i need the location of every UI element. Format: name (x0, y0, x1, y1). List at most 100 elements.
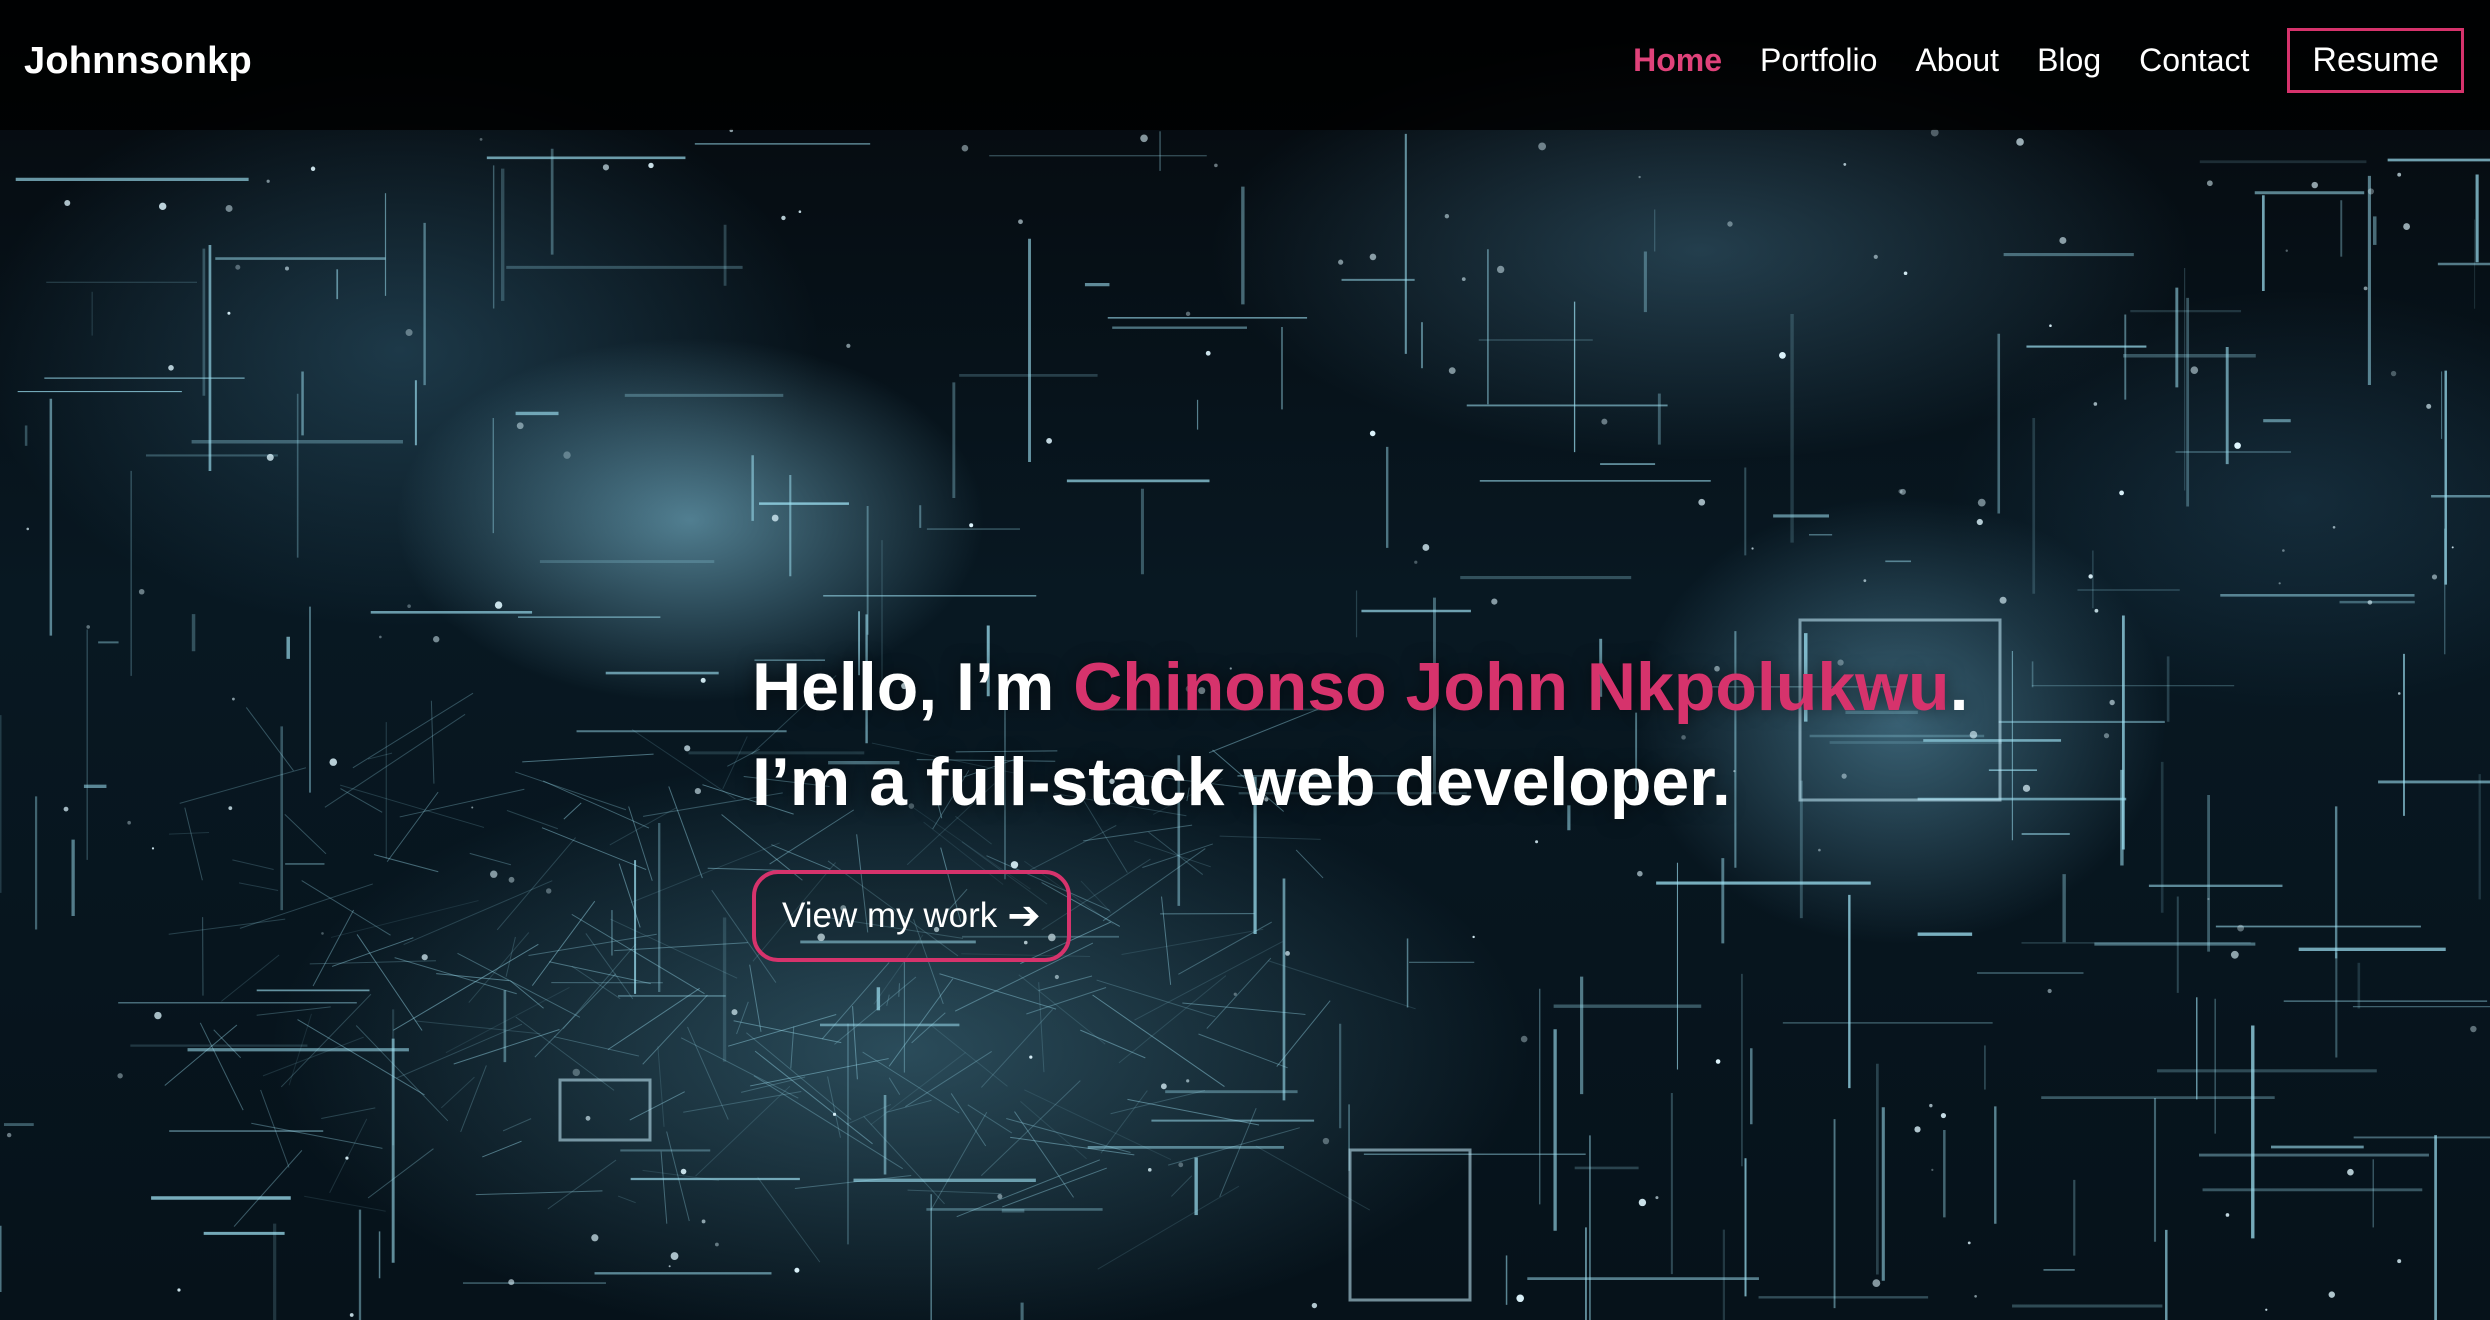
particle (2285, 249, 2288, 252)
particle (2311, 181, 2318, 189)
web-line (740, 1076, 806, 1093)
web-line (213, 1029, 242, 1059)
particle (2022, 784, 2031, 792)
particle (1147, 1168, 1152, 1172)
web-line (657, 1046, 665, 1127)
web-line (262, 1036, 364, 1077)
particle (1873, 254, 1878, 259)
particle (154, 1011, 162, 1020)
particle (158, 202, 167, 211)
particle (2470, 1025, 2477, 1033)
web-line (329, 1118, 368, 1194)
top-navigation: Johnnsonkp Home Portfolio About Blog Con… (0, 0, 2490, 130)
particle (846, 343, 851, 348)
cta-label: View my work (782, 896, 998, 935)
nav-item-blog[interactable]: Blog (2037, 42, 2101, 79)
particle (2093, 402, 2098, 406)
web-line (1006, 1118, 1131, 1153)
resume-button[interactable]: Resume (2287, 28, 2464, 93)
particle (1178, 1162, 1184, 1168)
web-line (304, 1195, 386, 1212)
particle (1843, 163, 1847, 166)
particle (2367, 188, 2374, 195)
particle (1863, 579, 1867, 583)
particle (832, 1112, 837, 1116)
particle (2397, 692, 2401, 695)
nav-item-contact[interactable]: Contact (2139, 42, 2249, 79)
particle (26, 527, 30, 531)
web-line (179, 767, 307, 804)
web-line (168, 918, 286, 935)
web-line (356, 934, 423, 1031)
particle (379, 635, 382, 639)
particle (794, 1267, 800, 1273)
web-line (440, 1076, 475, 1109)
web-line (618, 863, 641, 928)
web-line (482, 1140, 522, 1158)
web-line (367, 1148, 434, 1199)
web-line (541, 827, 647, 871)
hero-greeting: Hello, I’m (752, 649, 1074, 725)
particle (1940, 1112, 1947, 1119)
web-line (907, 1189, 1002, 1195)
brand-logo[interactable]: Johnnsonkp (24, 40, 252, 83)
particle (781, 215, 786, 221)
particle (1448, 367, 1456, 375)
particle (407, 604, 411, 608)
web-line (403, 880, 553, 946)
particle (701, 1219, 706, 1224)
particle (1322, 1137, 1330, 1145)
view-my-work-button[interactable]: View my work ➔ (752, 870, 1071, 962)
particle (2059, 236, 2067, 244)
particle (1929, 1103, 1933, 1108)
particle (1414, 560, 1418, 564)
web-line (239, 883, 373, 929)
particle (127, 820, 131, 825)
web-line (628, 806, 653, 881)
particle (2119, 490, 2124, 496)
web-line (1097, 1185, 1240, 1270)
nav-item-about[interactable]: About (1915, 42, 1999, 79)
particle (2363, 286, 2368, 291)
particle (2225, 1213, 2230, 1217)
particle (225, 204, 233, 212)
web-line (233, 1150, 303, 1227)
particle (572, 1068, 580, 1077)
nav-item-portfolio[interactable]: Portfolio (1760, 42, 1877, 79)
web-line (528, 933, 657, 956)
particle (266, 179, 270, 183)
particle (321, 932, 324, 935)
web-line (330, 900, 479, 938)
particle (86, 625, 91, 629)
web-line (1092, 994, 1225, 1087)
particle (1779, 351, 1786, 359)
particle (2367, 600, 2373, 605)
web-line (475, 1190, 603, 1196)
particle (1751, 547, 1754, 550)
web-line (629, 1091, 685, 1121)
particle (602, 164, 610, 171)
particle (668, 1265, 671, 1268)
web-line (352, 692, 474, 769)
web-line (750, 1058, 889, 1087)
particle (771, 514, 779, 522)
particle (2109, 699, 2115, 706)
web-line (1018, 974, 1106, 1045)
web-line (722, 736, 748, 790)
particle (1461, 277, 1466, 282)
structure-block (1348, 1148, 1472, 1302)
web-line (939, 973, 1057, 1010)
web-line (852, 1006, 858, 1080)
particle (2234, 442, 2241, 449)
web-line (460, 1065, 487, 1133)
web-line (373, 854, 439, 873)
web-line (324, 713, 466, 808)
particle (2282, 549, 2285, 552)
web-line (863, 1115, 945, 1205)
web-line (1014, 1111, 1074, 1198)
web-line (930, 1024, 1008, 1087)
web-line (284, 814, 327, 855)
nav-item-home[interactable]: Home (1633, 42, 1722, 79)
web-line (221, 954, 280, 1002)
particle (731, 1009, 738, 1016)
